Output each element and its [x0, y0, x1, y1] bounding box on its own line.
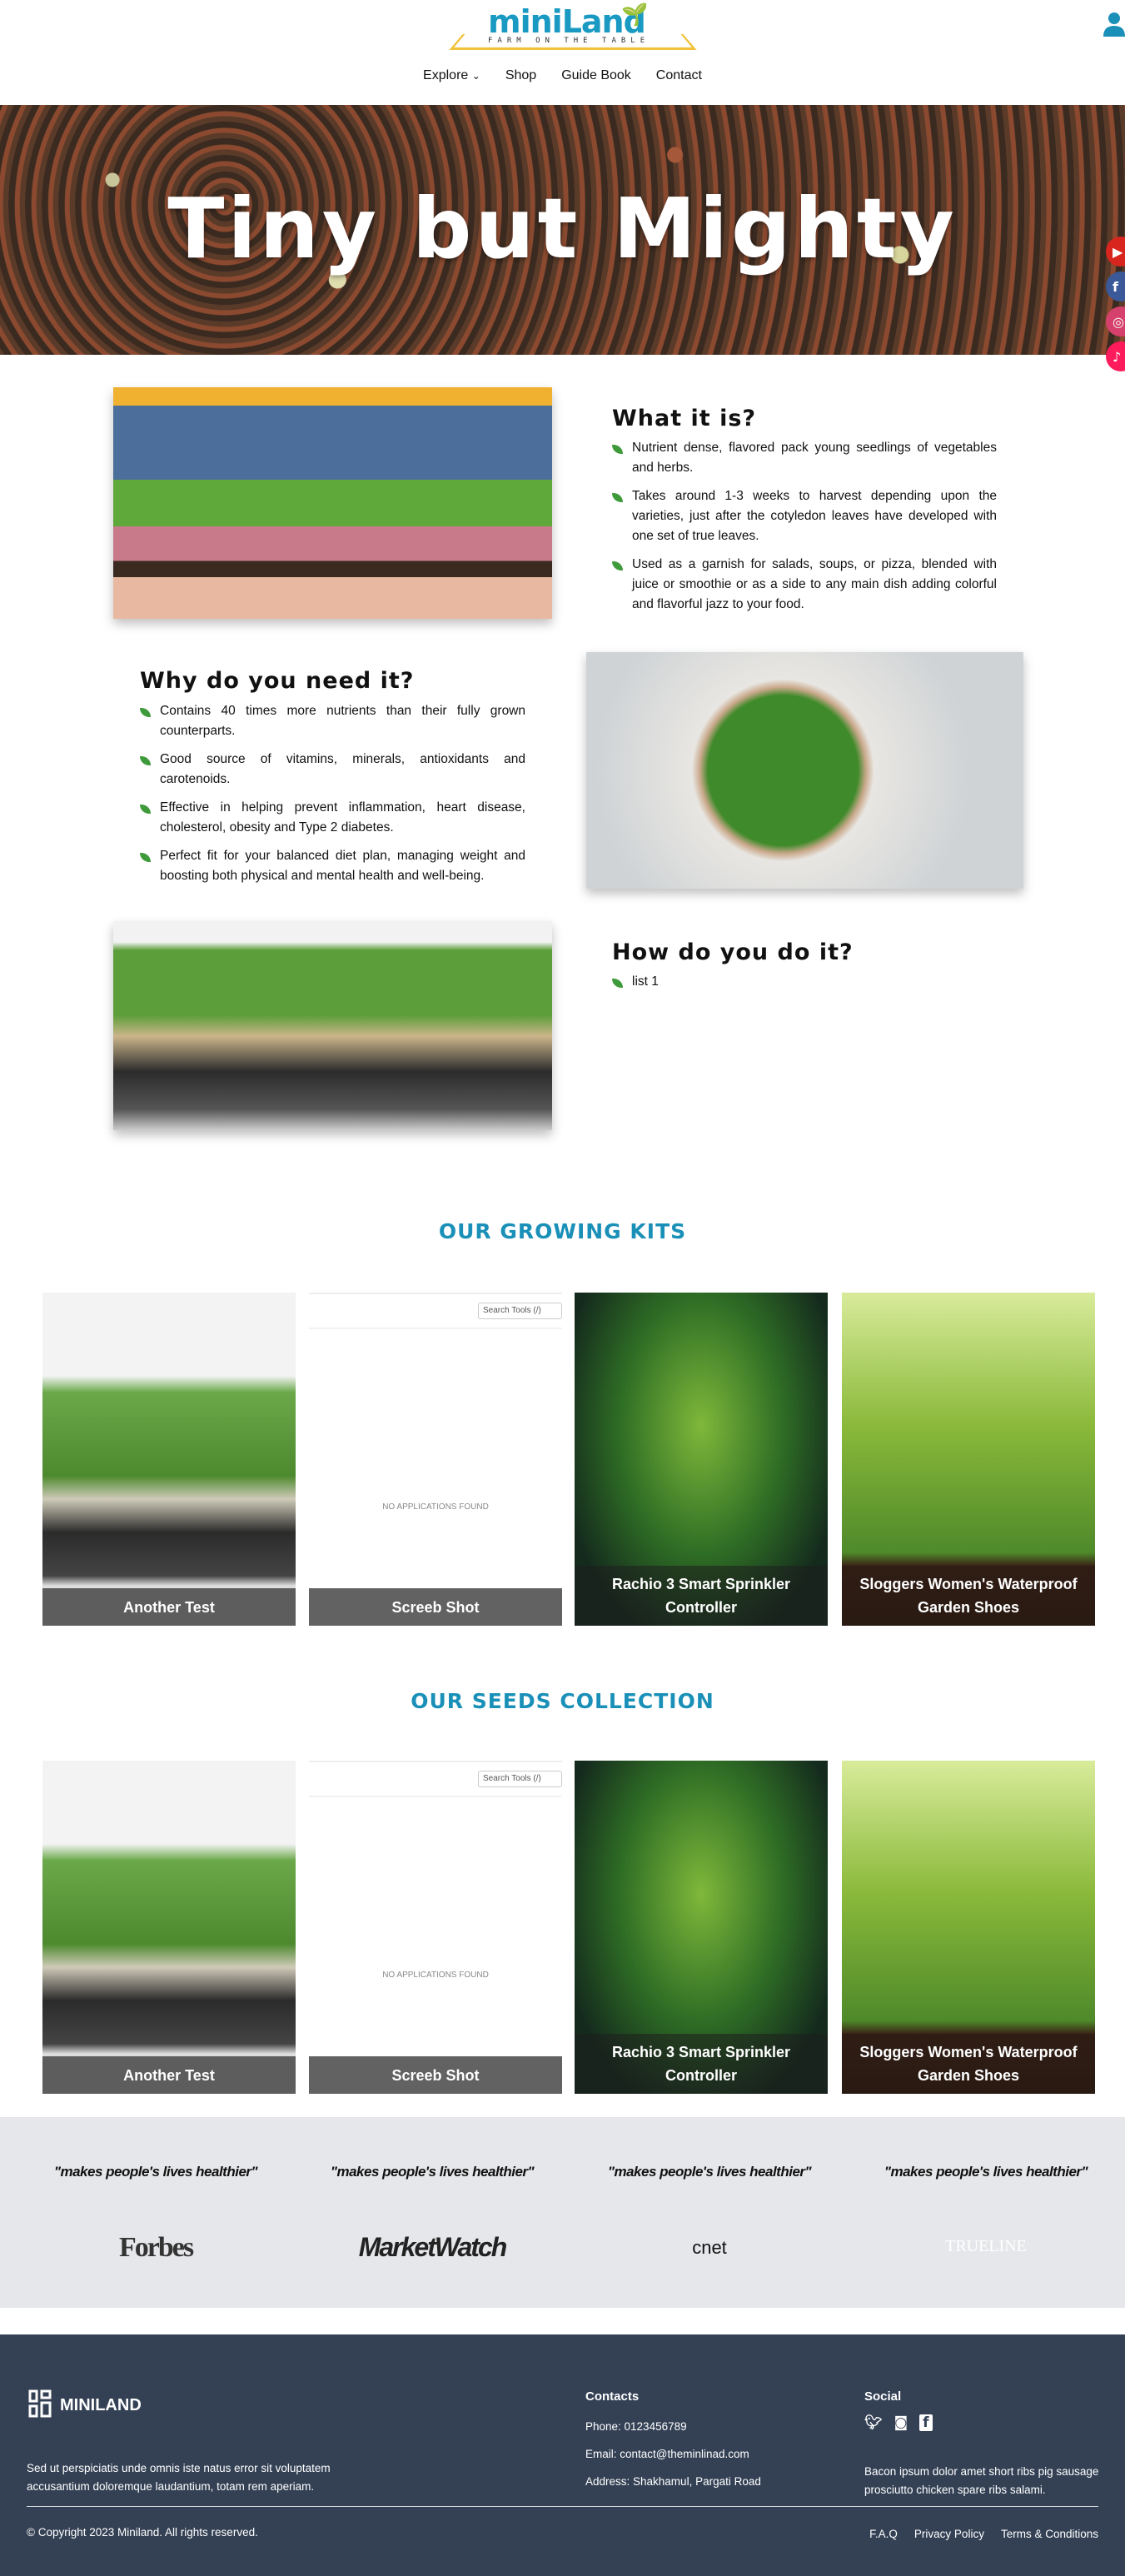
forbes-logo: Forbes	[118, 2232, 194, 2263]
product-card[interactable]: Search Tools (/) NO APPLICATIONS FOUND Scr…	[309, 1293, 562, 1626]
social-rail: ▶ f ◎ ♪	[1106, 237, 1125, 371]
microgreens-tray-image	[113, 921, 552, 1130]
card-label: Rachio 3 Smart Sprinkler Controller	[575, 2034, 828, 2094]
footer-phone: Phone: 0123456789	[585, 2420, 687, 2433]
main-nav: Explore ⌄ Shop Guide Book Contact	[0, 68, 1125, 83]
empty-text: NO APPLICATIONS FOUND	[382, 1502, 489, 1512]
nav-contact[interactable]: Contact	[656, 68, 702, 83]
list-item: Contains 40 times more nutrients than th…	[140, 701, 525, 741]
card-label: Sloggers Women's Waterproof Garden Shoes	[842, 1566, 1095, 1626]
social-title: Social	[864, 2389, 902, 2404]
trueline-logo: TRUELINE	[945, 2237, 1027, 2255]
list-item: Effective in helping prevent inflammatio…	[140, 798, 525, 838]
user-icon[interactable]	[1103, 12, 1125, 37]
section-title-why: Why do you need it?	[140, 668, 415, 694]
chevron-down-icon: ⌄	[471, 70, 480, 82]
nav-guide-book[interactable]: Guide Book	[561, 68, 631, 83]
site-header: miniLand 🌱 FARM ON THE TABLE Explore ⌄ S…	[0, 0, 1125, 105]
search-input: Search Tools (/)	[478, 1771, 562, 1787]
product-card[interactable]: Rachio 3 Smart Sprinkler Controller	[575, 1293, 828, 1626]
product-card[interactable]: Another Test	[42, 1293, 296, 1626]
card-label: Another Test	[42, 2056, 296, 2094]
card-label: Sloggers Women's Waterproof Garden Shoes	[842, 2034, 1095, 2094]
nav-shop[interactable]: Shop	[505, 68, 536, 83]
logo[interactable]: miniLand 🌱 FARM ON THE TABLE	[449, 2, 697, 52]
footer-about: Sed ut perspiciatis unde omnis iste natu…	[27, 2462, 331, 2493]
microgreens-hands-image	[113, 387, 552, 619]
footer-brand: MINILAND	[60, 2396, 142, 2414]
testimonial-quote: "makes people's lives healthier"	[884, 2164, 1088, 2180]
product-card[interactable]: Rachio 3 Smart Sprinkler Controller	[575, 1761, 828, 2094]
testimonials-band: "makes people's lives healthier" "makes …	[0, 2117, 1125, 2308]
testimonial-quote: "makes people's lives healthier"	[330, 2164, 535, 2180]
list-item: Takes around 1-3 weeks to harvest depend…	[612, 486, 997, 546]
empty-text: NO APPLICATIONS FOUND	[382, 1971, 489, 1980]
footer-email[interactable]: Email: contact@theminlinad.com	[585, 2448, 749, 2460]
section-title-how: How do you do it?	[612, 939, 854, 965]
list-item: Good source of vitamins, minerals, antio…	[140, 750, 525, 790]
instagram-icon[interactable]: ◎	[1106, 306, 1125, 336]
youtube-icon[interactable]: ▶	[1106, 237, 1125, 267]
what-list: Nutrient dense, flavored pack young seed…	[612, 438, 997, 623]
section-title-what: What it is?	[612, 406, 757, 431]
why-list: Contains 40 times more nutrients than th…	[140, 701, 525, 894]
sprout-icon: 🌱	[621, 2, 649, 27]
hero-title: Tiny but Mighty	[167, 180, 958, 277]
card-label: Screeb Shot	[309, 1588, 562, 1626]
seeds-collection-title: OUR SEEDS COLLECTION	[411, 1689, 714, 1713]
marketwatch-logo: MarketWatch	[358, 2232, 508, 2262]
list-item: Used as a garnish for salads, soups, or …	[612, 555, 997, 615]
product-card[interactable]: Sloggers Women's Waterproof Garden Shoes	[842, 1761, 1095, 2094]
privacy-policy-link[interactable]: Privacy Policy	[914, 2528, 984, 2540]
footer-social-text: Bacon ipsum dolor amet short ribs pig sa…	[864, 2465, 1099, 2496]
card-label: Screeb Shot	[309, 2056, 562, 2094]
product-card[interactable]: Search Tools (/) NO APPLICATIONS FOUND Scr…	[309, 1761, 562, 2094]
card-label: Rachio 3 Smart Sprinkler Controller	[575, 1566, 828, 1626]
footer-social-icons: 🐦︎ ◙ f	[864, 2414, 933, 2431]
site-footer: MINILAND Sed ut perspiciatis unde omnis …	[0, 2334, 1125, 2576]
footer-divider	[27, 2506, 1098, 2507]
terms-link[interactable]: Terms & Conditions	[1001, 2528, 1098, 2540]
footer-address: Address: Shakhamul, Pargati Road	[585, 2475, 761, 2488]
twitter-icon[interactable]: 🐦︎	[864, 2414, 883, 2431]
list-item: list 1	[612, 972, 997, 992]
logo-tagline: FARM ON THE TABLE	[488, 37, 650, 45]
copyright: © Copyright 2023 Miniland. All rights re…	[27, 2526, 258, 2539]
product-card[interactable]: Another Test	[42, 1761, 296, 2094]
growing-kits-title: OUR GROWING KITS	[438, 1219, 687, 1243]
divider	[309, 1328, 562, 1329]
list-item: Nutrient dense, flavored pack young seed…	[612, 438, 997, 478]
testimonial-quote: "makes people's lives healthier"	[53, 2164, 258, 2180]
how-list: list 1	[612, 972, 997, 1000]
faq-link[interactable]: F.A.Q	[869, 2528, 898, 2540]
contacts-title: Contacts	[585, 2389, 640, 2404]
hero-banner: Tiny but Mighty ▶ f ◎ ♪	[0, 105, 1125, 371]
nav-label: Explore	[423, 68, 469, 82]
instagram-icon[interactable]: ◙	[894, 2414, 908, 2431]
nav-explore[interactable]: Explore ⌄	[423, 68, 480, 83]
card-label: Another Test	[42, 1588, 296, 1626]
search-input: Search Tools (/)	[478, 1303, 562, 1319]
facebook-icon[interactable]: f	[919, 2414, 933, 2431]
product-card[interactable]: Sloggers Women's Waterproof Garden Shoes	[842, 1293, 1095, 1626]
tiktok-icon[interactable]: ♪	[1106, 341, 1125, 371]
salad-bowl-image	[586, 652, 1023, 889]
divider	[309, 1796, 562, 1797]
miniland-logo-icon	[28, 2389, 52, 2418]
testimonial-quote: "makes people's lives healthier"	[607, 2164, 812, 2180]
cnet-logo: cnet	[692, 2237, 727, 2258]
list-item: Perfect fit for your balanced diet plan,…	[140, 846, 525, 886]
footer-links: F.A.Q Privacy Policy Terms & Conditions	[869, 2528, 1098, 2540]
facebook-icon[interactable]: f	[1106, 272, 1125, 301]
